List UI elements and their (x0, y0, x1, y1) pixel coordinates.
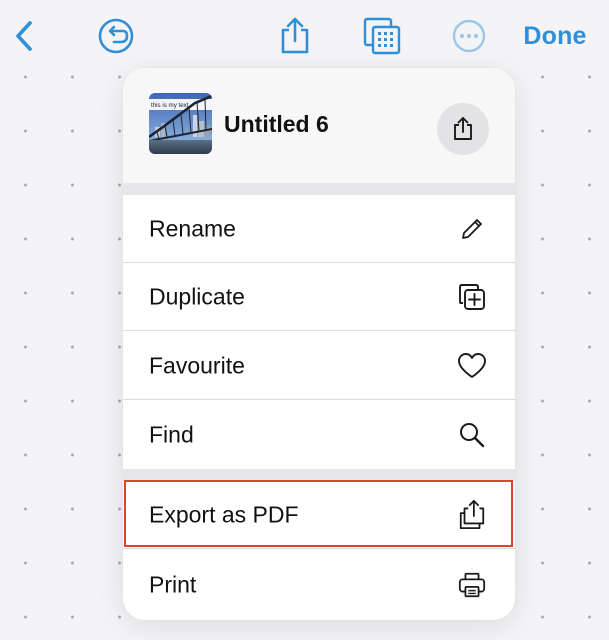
export-icon (457, 500, 487, 530)
top-toolbar: Done (0, 0, 609, 72)
menu-item-label: Rename (149, 215, 236, 242)
menu-item-rename[interactable]: Rename (123, 195, 515, 263)
menu-item-label: Export as PDF (149, 501, 299, 528)
more-button[interactable] (446, 14, 492, 58)
more-circle-icon (452, 19, 486, 53)
document-context-menu: this is my text Untitled 6 Rename Duplic… (123, 68, 515, 620)
document-thumbnail[interactable]: this is my text (149, 93, 212, 154)
header-share-button[interactable] (437, 103, 489, 155)
gallery-grid-icon (363, 17, 401, 55)
back-button[interactable] (2, 14, 46, 58)
thumbnail-caption: this is my text (151, 102, 189, 109)
magnifier-icon (457, 420, 487, 450)
undo-button[interactable] (93, 14, 139, 58)
menu-item-favourite[interactable]: Favourite (123, 332, 515, 400)
heart-icon (457, 351, 487, 381)
undo-circle-icon (98, 18, 134, 54)
menu-item-find[interactable]: Find (123, 401, 515, 469)
share-icon (281, 17, 309, 54)
menu-item-print[interactable]: Print (123, 549, 515, 620)
chevron-left-icon (16, 21, 32, 51)
gallery-button[interactable] (358, 14, 406, 58)
menu-header: this is my text Untitled 6 (123, 68, 515, 183)
menu-item-duplicate[interactable]: Duplicate (123, 263, 515, 331)
menu-section-separator (123, 469, 515, 481)
share-button[interactable] (272, 14, 318, 58)
done-button[interactable]: Done (512, 14, 598, 58)
menu-item-label: Find (149, 421, 194, 448)
document-title: Untitled 6 (224, 111, 329, 137)
menu-divider (123, 399, 515, 400)
share-icon (454, 117, 472, 140)
menu-item-export-as-pdf[interactable]: Export as PDF (123, 481, 515, 549)
menu-divider (123, 330, 515, 331)
pencil-icon (457, 214, 487, 244)
menu-item-label: Print (149, 571, 197, 597)
duplicate-icon (457, 282, 487, 312)
menu-section-separator (123, 183, 515, 195)
menu-item-label: Duplicate (149, 283, 245, 310)
printer-icon (457, 570, 487, 600)
menu-item-label: Favourite (149, 352, 245, 379)
